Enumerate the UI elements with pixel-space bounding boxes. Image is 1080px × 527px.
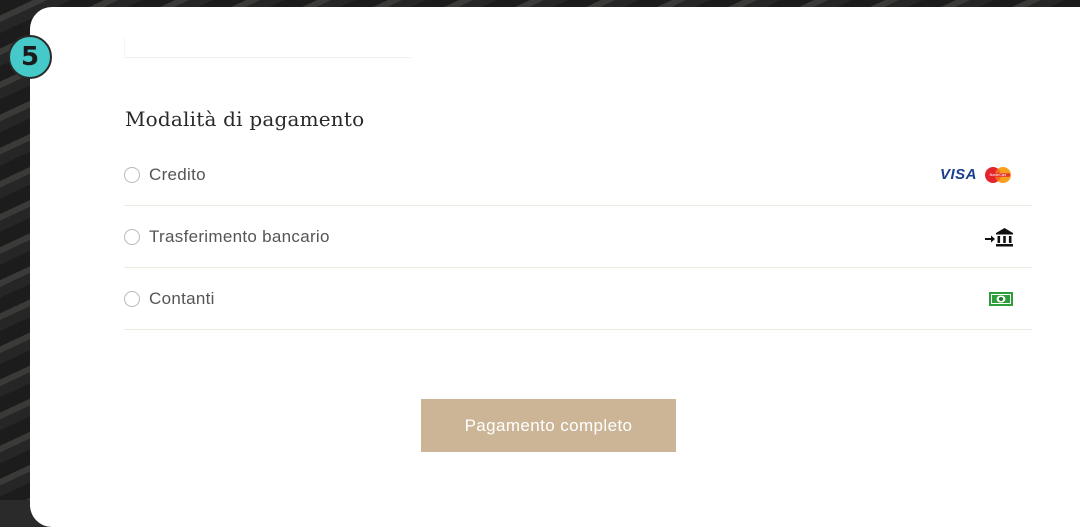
radio-cash[interactable]	[124, 290, 140, 307]
radio-credit[interactable]	[124, 166, 140, 183]
payment-option-cash[interactable]: Contanti	[124, 268, 1032, 330]
cash-icon	[988, 291, 1014, 307]
visa-logo: VISA	[939, 166, 977, 183]
visa-mastercard-icon: VISA MasterCard	[940, 166, 1014, 184]
option-label-cash: Contanti	[149, 288, 215, 308]
payment-options: Credito VISA MasterCard Trasferimento ba…	[124, 144, 1032, 330]
mastercard-text: MasterCard	[990, 173, 1007, 177]
bank-transfer-icon	[984, 226, 1014, 248]
step-badge: 5	[8, 35, 52, 79]
complete-payment-button[interactable]: Pagamento completo	[421, 399, 676, 452]
section-title: Modalità di pagamento	[125, 107, 365, 131]
mastercard-logo: MasterCard	[985, 166, 1011, 183]
radio-bank-transfer[interactable]	[124, 228, 140, 245]
previous-field	[124, 37, 411, 58]
option-label-credit: Credito	[149, 164, 206, 184]
payment-option-bank-transfer[interactable]: Trasferimento bancario	[124, 206, 1032, 268]
payment-option-credit[interactable]: Credito VISA MasterCard	[124, 144, 1032, 206]
option-label-bank-transfer: Trasferimento bancario	[149, 226, 330, 246]
